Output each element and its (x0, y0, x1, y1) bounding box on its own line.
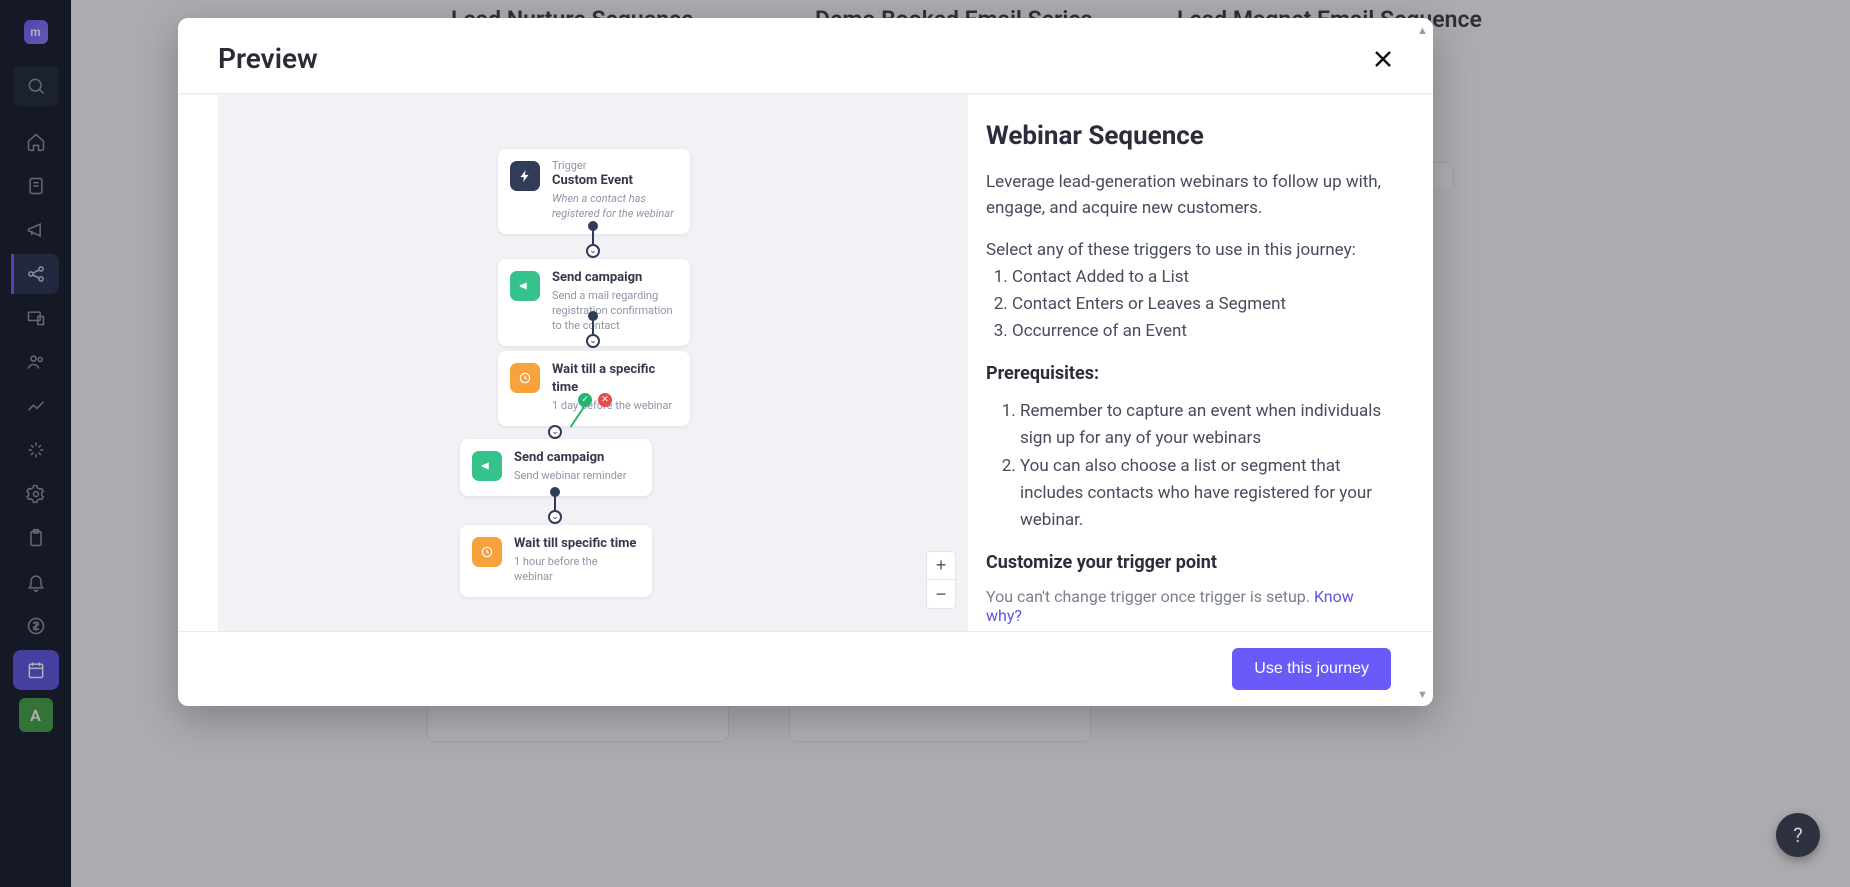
flow-node-send-1[interactable]: Send campaign Send a mail regarding regi… (498, 259, 690, 346)
triggers-intro: Select any of these triggers to use in t… (986, 240, 1389, 260)
info-panel[interactable]: Webinar Sequence Leverage lead-generatio… (968, 95, 1433, 631)
flow-node-wait-1[interactable]: Wait till a specific time 1 day before t… (498, 351, 690, 426)
modal-header: Preview (178, 18, 1433, 94)
prereq-item: You can also choose a list or segment th… (1020, 453, 1389, 535)
preview-modal: Preview ▲ Trigger Custom Event When a co… (178, 18, 1433, 706)
use-journey-button[interactable]: Use this journey (1232, 648, 1391, 690)
megaphone-icon (472, 451, 502, 481)
node-desc: 1 day before the webinar (552, 399, 676, 414)
scroll-down-arrow[interactable]: ▼ (1417, 688, 1429, 700)
modal-body: ▲ Trigger Custom Event When a contact ha… (178, 94, 1433, 631)
trigger-item: Contact Enters or Leaves a Segment (1012, 291, 1389, 318)
branch-yes-icon: ✓ (578, 393, 592, 407)
scroll-up-arrow[interactable]: ▲ (1417, 24, 1429, 36)
prereq-item: Remember to capture an event when indivi… (1020, 398, 1389, 452)
info-heading: Webinar Sequence (986, 121, 1389, 151)
info-intro: Leverage lead-generation webinars to fol… (986, 169, 1389, 222)
node-desc: 1 hour before the webinar (514, 555, 638, 585)
close-icon (1371, 47, 1395, 71)
zoom-out-button[interactable]: − (927, 580, 955, 608)
zoom-in-button[interactable]: + (927, 552, 955, 580)
triggers-list: Contact Added to a List Contact Enters o… (986, 264, 1389, 346)
bolt-icon (510, 161, 540, 191)
modal-title: Preview (218, 42, 318, 75)
megaphone-icon (510, 271, 540, 301)
node-title: Custom Event (552, 172, 676, 190)
trigger-item: Contact Added to a List (1012, 264, 1389, 291)
clock-icon (472, 537, 502, 567)
node-title: Wait till a specific time (552, 361, 676, 397)
help-button[interactable]: ? (1776, 813, 1820, 857)
node-title: Send campaign (552, 269, 676, 287)
prereq-list: Remember to capture an event when indivi… (986, 398, 1389, 534)
prereq-heading: Prerequisites: (986, 363, 1389, 384)
clock-icon (510, 363, 540, 393)
customize-note: You can't change trigger once trigger is… (986, 587, 1389, 625)
node-title: Send campaign (514, 449, 626, 467)
node-desc: Send a mail regarding registration confi… (552, 289, 676, 334)
node-title: Wait till specific time (514, 535, 638, 553)
node-desc: Send webinar reminder (514, 469, 626, 484)
branch-no-icon: ✕ (598, 393, 612, 407)
trigger-item: Occurrence of an Event (1012, 318, 1389, 345)
flow-node-wait-2[interactable]: Wait till specific time 1 hour before th… (460, 525, 652, 597)
customize-heading: Customize your trigger point (986, 552, 1389, 573)
modal-footer: Use this journey (178, 631, 1433, 706)
journey-canvas[interactable]: Trigger Custom Event When a contact has … (218, 95, 968, 631)
zoom-controls: + − (926, 551, 956, 609)
close-button[interactable] (1367, 43, 1399, 75)
node-label: Trigger (552, 159, 676, 172)
node-desc: When a contact has registered for the we… (552, 192, 676, 222)
